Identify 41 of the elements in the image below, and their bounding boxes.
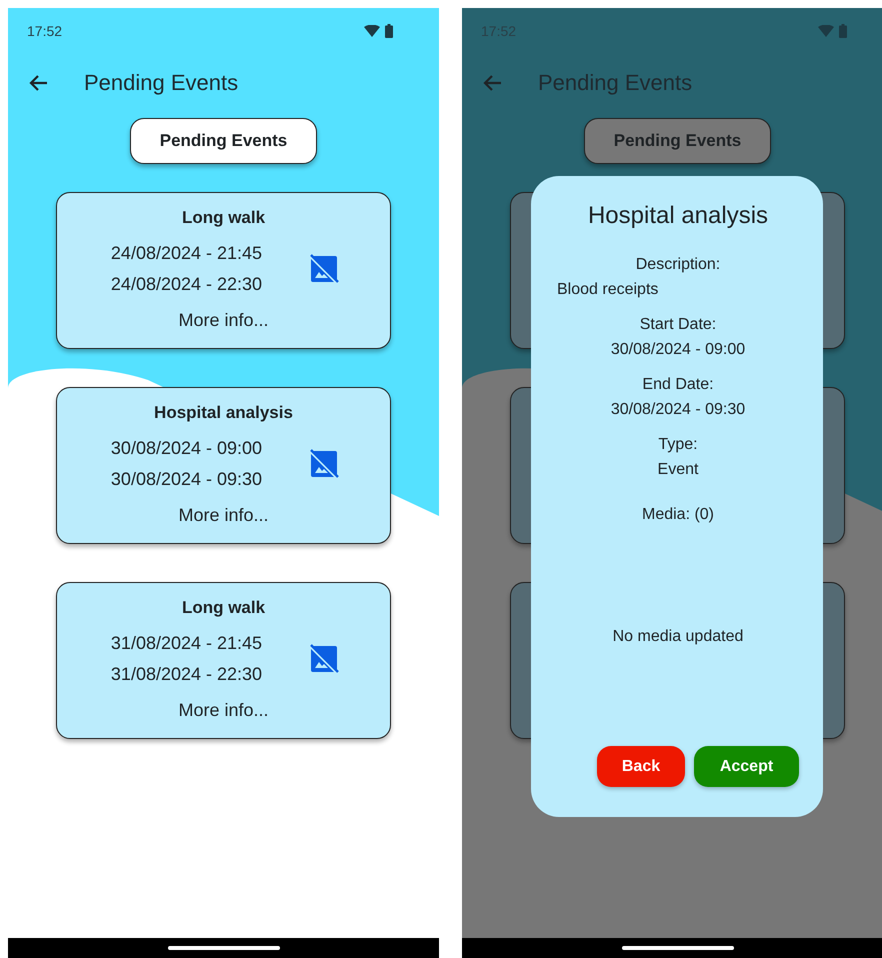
battery-icon: [839, 24, 847, 38]
event-start-date: 24/08/2024 - 21:45: [110, 243, 262, 264]
event-start-date: 30/08/2024 - 09:00: [110, 438, 262, 459]
pending-events-button[interactable]: Pending Events: [130, 118, 317, 164]
event-end-date: 31/08/2024 - 22:30: [110, 664, 262, 685]
media-count: Media: (0): [642, 505, 714, 525]
image-off-icon: [308, 643, 340, 675]
dialog-title: Hospital analysis: [588, 202, 768, 230]
more-info-link[interactable]: More info...: [178, 310, 269, 331]
event-end-date: 30/08/2024 - 09:30: [110, 469, 262, 490]
wifi-icon: [818, 24, 834, 36]
field-label: End Date:: [642, 375, 714, 395]
event-title: Long walk: [182, 598, 266, 618]
event-card[interactable]: Long walk 24/08/2024 - 21:45 24/08/2024 - 22:30 More info...: [56, 192, 391, 349]
accept-button[interactable]: Accept: [694, 746, 799, 787]
wifi-icon: [364, 24, 380, 36]
status-time: 17:52: [27, 22, 62, 38]
event-title: Long walk: [182, 208, 266, 228]
empty-media-message: No media updated: [612, 628, 744, 646]
more-info-link[interactable]: More info...: [178, 700, 269, 721]
event-card[interactable]: Hospital analysis 30/08/2024 - 09:00 30/08/2024 - 09:30 More info...: [56, 387, 391, 544]
pending-events-button[interactable]: Pending Events: [584, 118, 771, 164]
more-info-link[interactable]: More info...: [178, 505, 269, 526]
field-value: 30/08/2024 - 09:00: [610, 340, 746, 360]
field-label: Start Date:: [640, 315, 716, 335]
app-bar-title: Pending Events: [538, 70, 692, 96]
event-end-date: 24/08/2024 - 22:30: [110, 274, 262, 295]
battery-icon: [385, 24, 393, 38]
image-off-icon: [308, 448, 340, 480]
field-label: Type:: [658, 435, 698, 455]
back-arrow-icon[interactable]: [28, 74, 48, 92]
image-off-icon: [308, 253, 340, 285]
back-button[interactable]: Back: [597, 746, 685, 787]
field-value: Blood receipts: [557, 280, 658, 300]
app-bar-title: Pending Events: [84, 70, 238, 96]
field-label: Description:: [636, 255, 720, 275]
event-title: Hospital analysis: [154, 403, 293, 423]
event-start-date: 31/08/2024 - 21:45: [110, 633, 262, 654]
field-value: 30/08/2024 - 09:30: [610, 400, 746, 420]
field-value: Event: [658, 460, 698, 480]
event-card[interactable]: Long walk 31/08/2024 - 21:45 31/08/2024 - 22:30 More info...: [56, 582, 391, 739]
